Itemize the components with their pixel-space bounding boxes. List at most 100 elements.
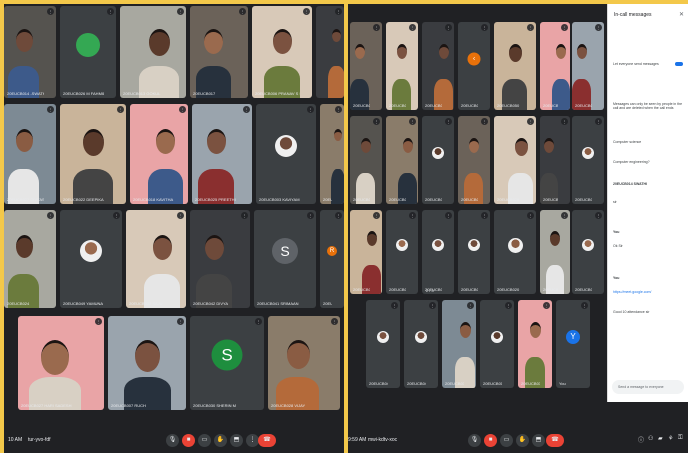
participant-tile[interactable]: ⋮ 20EUCB027 HARI SADESH — [18, 316, 104, 410]
camera-off-button[interactable]: ■ — [484, 434, 497, 447]
participant-tile[interactable]: ⋮ 20EUCB025 PREETHI — [192, 104, 252, 204]
participant-name: 20EUCB031 — [323, 197, 332, 202]
mic-muted-icon: ⋮ — [179, 106, 186, 113]
chat-sender: 20EUCB014 SWATHI — [613, 182, 647, 186]
present-button[interactable]: ⬒ — [230, 434, 243, 447]
avatar: Y — [566, 329, 580, 344]
meeting-bottom-bar-left: 10 AM tur-yvo-fdf 🎙 ■ ▭ ✋ ⬒ ⋮ ☎ — [4, 429, 344, 453]
participant-tile[interactable]: ⋮ 20EUCB017 — [190, 6, 248, 98]
participant-name: 20EUCB027 DIVYASRI — [7, 197, 44, 202]
participant-tile[interactable]: ⋮ 20EUCB004 — [350, 210, 382, 294]
close-icon[interactable]: ✕ — [679, 11, 684, 18]
captions-button[interactable]: ▭ — [198, 434, 211, 447]
chat-link[interactable]: https://meet.google.com/ — [613, 290, 683, 294]
end-call-button[interactable]: ☎ — [258, 434, 276, 447]
participant-tile[interactable]: ⋮ 20EUCB022 DEEPIKA — [60, 104, 126, 204]
participant-tile[interactable]: ⋮ 20EUCB033 — [442, 300, 476, 388]
mic-muted-icon: ⋮ — [481, 24, 488, 31]
mic-button[interactable]: 🎙 — [468, 434, 481, 447]
participant-name: 20EUCB027 HARI SADESH — [21, 403, 72, 408]
participant-tile[interactable]: ⋮ 20EUCB015 — [480, 300, 514, 388]
participant-tile[interactable]: ⋮ 20EUCB013 GOKUL — [120, 6, 186, 98]
toggle-label: Let everyone send messages — [613, 62, 659, 66]
participant-tile[interactable]: ⋮ 20EUCB040 — [350, 22, 382, 110]
avatar — [432, 239, 444, 251]
participant-tile[interactable]: ⋮ 20EUCB009 — [458, 116, 490, 204]
participant-tile[interactable]: ⋮ 20EUCB049 YAMUNA — [60, 210, 122, 308]
mic-muted-icon: ⋮ — [481, 118, 488, 125]
participant-tile[interactable]: ‹ ⋮ 20EUCB043 S — [458, 22, 490, 110]
participant-tile[interactable]: ⋮ 20EUCB042 DIVYA — [190, 210, 250, 308]
participant-name: 20EUCB029 — [497, 197, 520, 202]
participant-tile[interactable]: ⋮ 20EUCB045 — [422, 116, 454, 204]
participant-tile[interactable]: ⋮ 20EUCB024 — [4, 210, 56, 308]
participant-tile[interactable]: ⋮ 20EUCB027 DIVYASRI — [4, 104, 56, 204]
captions-button[interactable]: ▭ — [500, 434, 513, 447]
avatar — [582, 147, 594, 159]
participant-tile[interactable]: ⋮ 20EUCB029 — [494, 116, 536, 204]
participant-tile[interactable]: ⋮ 20EUCB020 — [494, 210, 536, 294]
participant-tile[interactable]: ⋮ 20EUCB037 — [572, 210, 604, 294]
participant-tile[interactable]: ⋮ 20EUCB028 VIJAY — [268, 316, 340, 410]
lock-icon[interactable]: ⚿ — [678, 435, 683, 442]
participant-tile[interactable]: ⋮ 20EUCB046 — [366, 300, 400, 388]
chat-input[interactable]: Send a message to everyone — [612, 380, 684, 394]
participant-tile[interactable]: ⋮ 20EUCB002 — [386, 116, 418, 204]
raise-hand-button[interactable]: ✋ — [516, 434, 529, 447]
mic-button[interactable]: 🎙 — [166, 434, 179, 447]
people-icon[interactable]: ⚇ — [648, 435, 653, 442]
camera-off-button[interactable]: ■ — [182, 434, 195, 447]
participant-tile[interactable]: ⋮ 20EUCB031 — [320, 104, 344, 204]
mic-muted-icon: ⋮ — [95, 318, 102, 325]
participant-tile[interactable]: ⋮ 20EUCB026 M FAHMIDA B — [60, 6, 116, 98]
participant-tile[interactable]: S ⋮ 20EUCB030 SHERIN M — [190, 316, 264, 410]
mic-muted-icon: ⋮ — [177, 318, 184, 325]
mic-muted-icon: ⋮ — [409, 24, 416, 31]
participant-tile[interactable]: ⋮ 20EUCB039 — [386, 22, 418, 110]
participant-tile[interactable]: ⋮ 20EUCB035 — [422, 22, 454, 110]
participant-tile[interactable]: ⋮ 20EUCB023 — [540, 210, 570, 294]
participant-name: 20EUCB004 — [353, 287, 370, 292]
participant-tile[interactable]: ⋮ 20EUCB018 KAVITHA — [130, 104, 188, 204]
mic-muted-icon: ⋮ — [47, 8, 54, 15]
participant-tile[interactable]: S ⋮ 20EUCB041 SRIMAAN — [254, 210, 316, 308]
participant-tile[interactable]: ⋮20EUCB047 — [422, 210, 454, 294]
participant-tile[interactable]: ⋮ 20EUCB014 -SWATHI — [4, 6, 56, 98]
participant-tile[interactable]: ⋮ 20EUCB048 — [350, 116, 382, 204]
chat-icon[interactable]: ▰ — [658, 435, 663, 442]
avatar — [275, 135, 297, 157]
mic-muted-icon: ⋮ — [177, 8, 184, 15]
participant-tile[interactable]: ⋮ 20EUCB010 — [540, 116, 570, 204]
participant-name: 20EUCB006 PRANAV S S — [255, 91, 300, 96]
raise-hand-button[interactable]: ✋ — [214, 434, 227, 447]
participant-tile[interactable]: ⋮ 20EUCB012 — [458, 210, 490, 294]
participant-tile[interactable]: ⋮ 20EUCB032 SAJU — [126, 210, 186, 308]
avatar — [432, 147, 444, 159]
participant-tile[interactable]: Y ⋮ You — [556, 300, 590, 388]
participant-tile[interactable]: ⋮ — [316, 6, 344, 98]
participant-tile[interactable]: ⋮ 20EUCB007 RUCH — [108, 316, 186, 410]
activities-icon[interactable]: ⚘ — [668, 435, 673, 442]
participant-tile[interactable]: ⋮ 20EUCB006 PRANAV S S — [252, 6, 312, 98]
participant-tile[interactable]: R ⋮ 20EUCB038 — [320, 210, 344, 308]
participant-tile[interactable]: ⋮ 20EUCB050 — [494, 22, 536, 110]
participant-tile[interactable]: ⋮ 20EUCB016 — [540, 22, 570, 110]
participant-tile[interactable]: ⋮ 20EUCB003 KAVIYAM — [256, 104, 316, 204]
meeting-time: 10 AM — [8, 437, 23, 443]
avatar — [415, 331, 427, 343]
end-call-button[interactable]: ☎ — [546, 434, 564, 447]
participant-tile[interactable]: ⋮ 20EUCB001 — [386, 210, 418, 294]
toggle-switch[interactable] — [675, 62, 683, 66]
mic-muted-icon: ⋮ — [581, 302, 588, 309]
participant-name: 20EUCB032 SAJU — [129, 301, 163, 306]
info-icon[interactable]: ⓘ — [638, 435, 644, 444]
participant-tile[interactable]: ⋮ 20EUCB036 — [518, 300, 552, 388]
participant-tile[interactable]: ⋮ 20EUCB044 — [404, 300, 438, 388]
participant-tile[interactable]: ⋮ 20EUCB011 — [572, 22, 604, 110]
participant-tile[interactable]: ⋮ 20EUCB019 — [572, 116, 604, 204]
participant-name: 20EUCB030 SHERIN M — [193, 403, 236, 408]
mic-muted-icon: ⋮ — [373, 24, 380, 31]
chat-message: Computer science — [613, 140, 642, 144]
chat-notice: Messages can only be seen by people in t… — [613, 102, 683, 110]
present-button[interactable]: ⬒ — [532, 434, 545, 447]
